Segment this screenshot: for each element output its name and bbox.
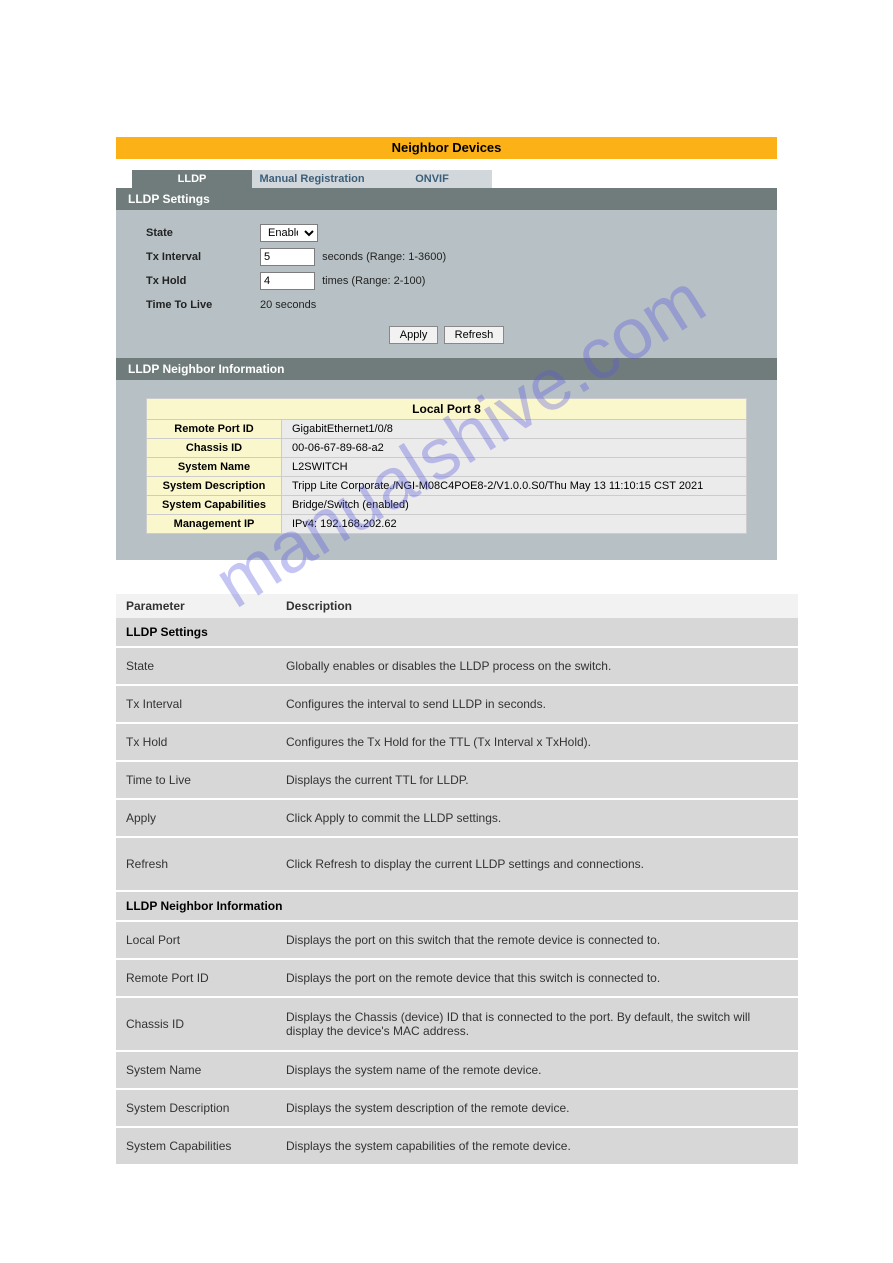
table-row: Time to Live Displays the current TTL fo…: [116, 762, 798, 798]
tab-bar: LLDP Manual Registration ONVIF: [132, 170, 777, 188]
description-table: Parameter Description LLDP Settings Stat…: [116, 594, 798, 1164]
table-row: System Capabilities Displays the system …: [116, 1128, 798, 1164]
lldp-neighbor-header: LLDP Neighbor Information: [116, 358, 777, 380]
tx-interval-hint: seconds (Range: 1-3600): [322, 251, 446, 263]
table-row: Tx Hold Configures the Tx Hold for the T…: [116, 724, 798, 760]
state-select[interactable]: Enable: [260, 224, 318, 242]
local-port-header: Local Port 8: [146, 398, 747, 420]
table-row: Remote Port ID GigabitEthernet1/0/8: [146, 420, 747, 439]
section-lldp-neighbor: LLDP Neighbor Information: [116, 892, 798, 920]
apply-button[interactable]: Apply: [389, 326, 439, 344]
remote-port-id-label: Remote Port ID: [147, 420, 282, 438]
header-description: Description: [276, 594, 798, 618]
lldp-settings-panel: LLDP Settings State Enable Tx Interval s…: [116, 188, 777, 560]
tx-interval-label: Tx Interval: [146, 251, 260, 263]
remote-port-id-value: GigabitEthernet1/0/8: [282, 420, 746, 438]
chassis-id-value: 00-06-67-89-68-a2: [282, 439, 746, 457]
table-row: Management IP IPv4: 192.168.202.62: [146, 515, 747, 534]
table-row: Refresh Click Refresh to display the cur…: [116, 838, 798, 890]
ttl-label: Time To Live: [146, 299, 260, 311]
system-capabilities-label: System Capabilities: [147, 496, 282, 514]
table-header: Parameter Description: [116, 594, 798, 618]
tx-interval-input[interactable]: [260, 248, 315, 266]
tab-manual-registration[interactable]: Manual Registration: [252, 170, 372, 188]
table-row: System Description Displays the system d…: [116, 1090, 798, 1126]
chassis-id-label: Chassis ID: [147, 439, 282, 457]
tab-lldp[interactable]: LLDP: [132, 170, 252, 188]
system-description-value: Tripp Lite Corporate./NGI-M08C4POE8-2/V1…: [282, 477, 746, 495]
tx-hold-label: Tx Hold: [146, 275, 260, 287]
system-capabilities-value: Bridge/Switch (enabled): [282, 496, 746, 514]
system-name-label: System Name: [147, 458, 282, 476]
table-row: Local Port Displays the port on this swi…: [116, 922, 798, 958]
section-lldp-settings: LLDP Settings: [116, 618, 798, 646]
system-description-label: System Description: [147, 477, 282, 495]
table-row: Tx Interval Configures the interval to s…: [116, 686, 798, 722]
state-label: State: [146, 227, 260, 239]
table-row: Chassis ID 00-06-67-89-68-a2: [146, 439, 747, 458]
table-row: Chassis ID Displays the Chassis (device)…: [116, 998, 798, 1050]
tab-onvif[interactable]: ONVIF: [372, 170, 492, 188]
page-title: Neighbor Devices: [116, 137, 777, 159]
ttl-value: 20 seconds: [260, 299, 316, 311]
tx-hold-input[interactable]: [260, 272, 315, 290]
table-row: Apply Click Apply to commit the LLDP set…: [116, 800, 798, 836]
table-row: System Capabilities Bridge/Switch (enabl…: [146, 496, 747, 515]
table-row: Remote Port ID Displays the port on the …: [116, 960, 798, 996]
table-row: System Description Tripp Lite Corporate.…: [146, 477, 747, 496]
header-parameter: Parameter: [116, 594, 276, 618]
table-row: State Globally enables or disables the L…: [116, 648, 798, 684]
management-ip-value: IPv4: 192.168.202.62: [282, 515, 746, 533]
tx-hold-hint: times (Range: 2-100): [322, 275, 425, 287]
table-row: System Name L2SWITCH: [146, 458, 747, 477]
system-name-value: L2SWITCH: [282, 458, 746, 476]
lldp-settings-header: LLDP Settings: [116, 188, 777, 210]
management-ip-label: Management IP: [147, 515, 282, 533]
refresh-button[interactable]: Refresh: [444, 326, 505, 344]
table-row: System Name Displays the system name of …: [116, 1052, 798, 1088]
